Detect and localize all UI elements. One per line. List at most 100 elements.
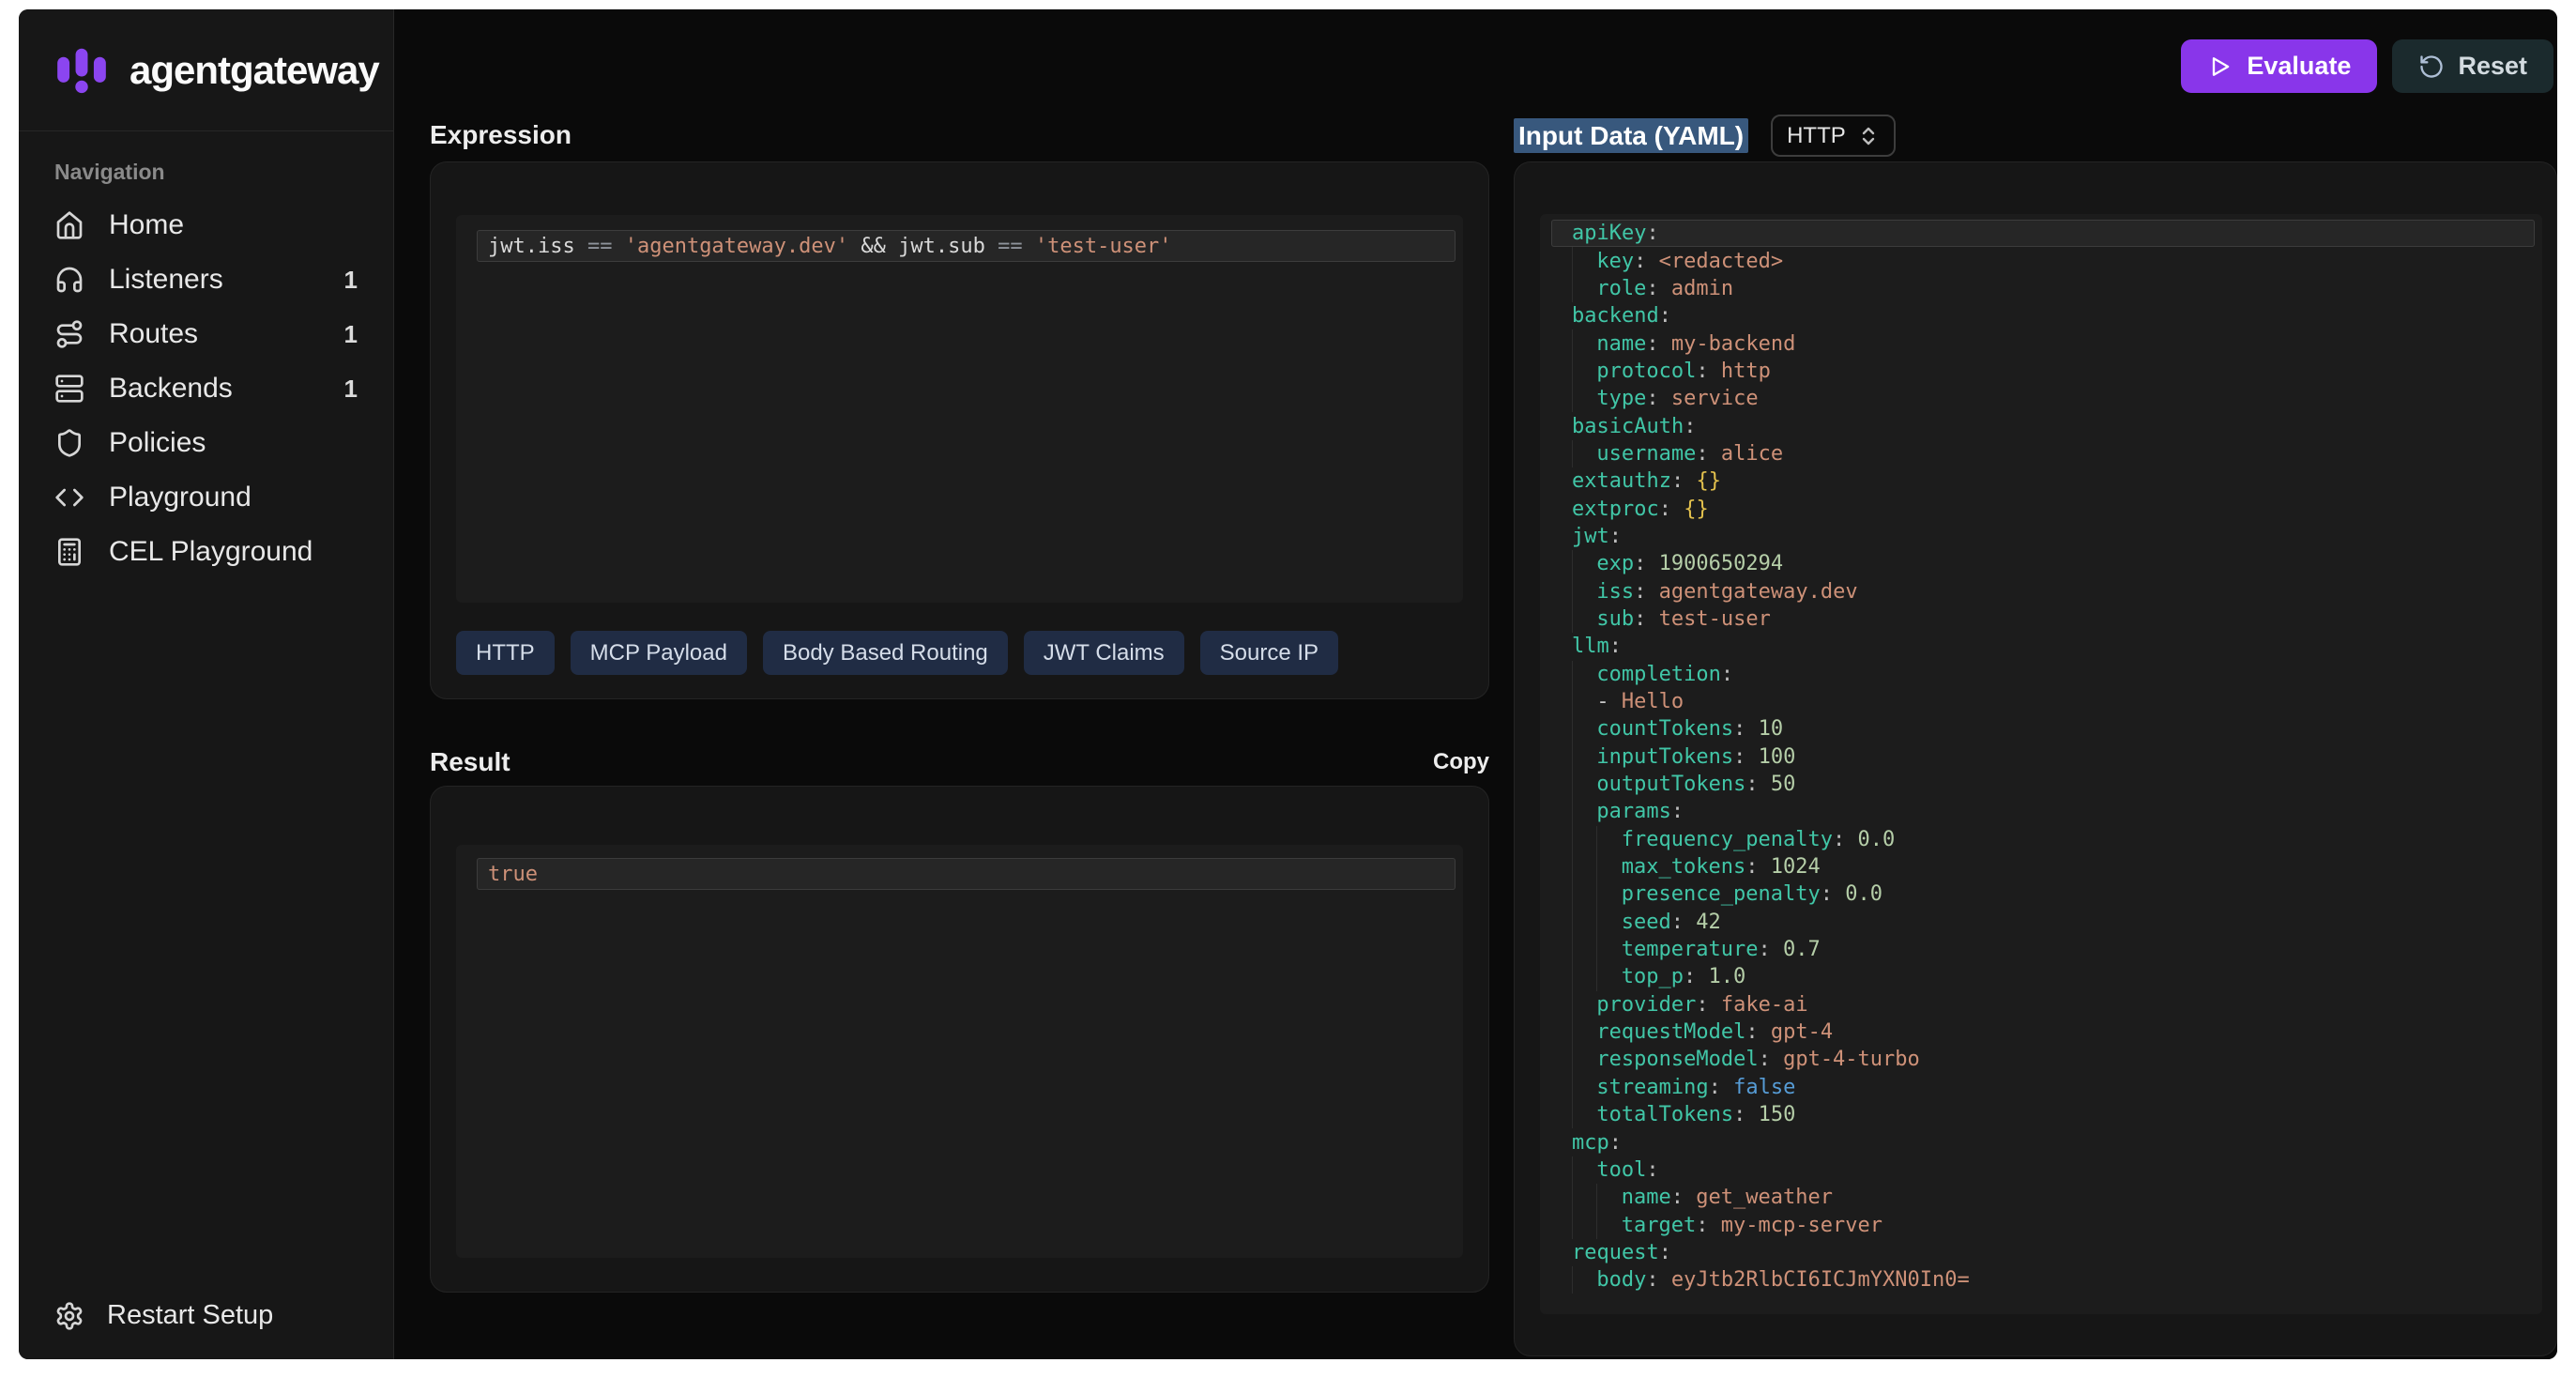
- indent-guide: [1572, 247, 1596, 274]
- brand-header[interactable]: agentgateway: [19, 9, 393, 131]
- yaml-line: protocol: http: [1551, 358, 2535, 385]
- headphones-icon: [54, 265, 84, 295]
- yaml-line: completion:: [1551, 661, 2535, 688]
- indent-guide: [1572, 688, 1596, 715]
- sidebar-item-home[interactable]: Home: [19, 198, 393, 253]
- indent-guide: [1572, 275, 1596, 302]
- copy-button[interactable]: Copy: [1433, 749, 1489, 775]
- indent-guide: [1596, 963, 1621, 990]
- restart-setup-label: Restart Setup: [107, 1300, 273, 1331]
- yaml-line: presence_penalty: 0.0: [1551, 880, 2535, 908]
- example-tag-mcp-payload[interactable]: MCP Payload: [571, 631, 747, 675]
- shield-icon: [54, 428, 84, 458]
- yaml-line: temperature: 0.7: [1551, 936, 2535, 963]
- expression-title: Expression: [430, 120, 572, 150]
- indent-guide: [1572, 991, 1596, 1018]
- yaml-line: type: service: [1551, 385, 2535, 412]
- yaml-line: basicAuth:: [1551, 412, 2535, 439]
- indent-guide: [1572, 329, 1596, 357]
- brand-name: agentgateway: [130, 48, 379, 93]
- yaml-line: llm:: [1551, 633, 2535, 660]
- sidebar-item-cel-playground[interactable]: CEL Playground: [19, 525, 393, 579]
- yaml-line: jwt:: [1551, 523, 2535, 550]
- calculator-icon: [54, 537, 84, 567]
- sidebar: agentgateway Navigation HomeListeners1Ro…: [19, 9, 394, 1359]
- rotate-ccw-icon: [2418, 54, 2445, 80]
- sidebar-item-label: CEL Playground: [109, 536, 312, 568]
- yaml-line: key: <redacted>: [1551, 247, 2535, 274]
- indent-guide: [1572, 1074, 1596, 1101]
- indent-guide: [1596, 1184, 1621, 1211]
- reset-button[interactable]: Reset: [2392, 39, 2553, 93]
- restart-setup-button[interactable]: Restart Setup: [19, 1276, 393, 1359]
- yaml-line: mcp:: [1551, 1128, 2535, 1156]
- indent-guide: [1572, 963, 1596, 990]
- indent-guide: [1572, 909, 1596, 936]
- result-title: Result: [430, 747, 511, 777]
- topbar-actions: Evaluate Reset: [2181, 39, 2553, 93]
- indent-guide: [1596, 1211, 1621, 1238]
- agentgateway-logo-icon: [53, 41, 111, 100]
- indent-guide: [1572, 661, 1596, 688]
- yaml-line: params:: [1551, 798, 2535, 825]
- sidebar-item-backends[interactable]: Backends1: [19, 361, 393, 416]
- yaml-line: max_tokens: 1024: [1551, 853, 2535, 880]
- yaml-line: sub: test-user: [1551, 605, 2535, 633]
- yaml-line: countTokens: 10: [1551, 715, 2535, 743]
- indent-guide: [1572, 771, 1596, 798]
- indent-guide: [1572, 1018, 1596, 1046]
- expression-editor[interactable]: jwt.iss == 'agentgateway.dev' && jwt.sub…: [456, 215, 1463, 603]
- indent-guide: [1572, 853, 1596, 880]
- example-tag-body-based-routing[interactable]: Body Based Routing: [763, 631, 1008, 675]
- yaml-line-active: apiKey:: [1551, 220, 2535, 247]
- yaml-editor[interactable]: apiKey:key: <redacted>role: adminbackend…: [1540, 214, 2542, 1314]
- sidebar-item-count-badge: 1: [344, 266, 358, 295]
- yaml-line: exp: 1900650294: [1551, 550, 2535, 577]
- chevrons-up-down-icon: [1857, 125, 1880, 147]
- expression-code: jwt.iss == 'agentgateway.dev' && jwt.sub…: [488, 235, 1172, 258]
- home-icon: [54, 210, 84, 240]
- result-value: true: [488, 863, 538, 886]
- yaml-line: frequency_penalty: 0.0: [1551, 826, 2535, 853]
- yaml-line: name: get_weather: [1551, 1184, 2535, 1211]
- indent-guide: [1572, 1184, 1596, 1211]
- input-mode-value: HTTP: [1787, 123, 1846, 149]
- result-editor[interactable]: true: [456, 845, 1463, 1258]
- yaml-line: seed: 42: [1551, 909, 2535, 936]
- evaluate-button[interactable]: Evaluate: [2181, 39, 2377, 93]
- input-data-header: Input Data (YAML) HTTP: [1514, 115, 1896, 157]
- input-data-title: Input Data (YAML): [1514, 121, 1748, 151]
- sidebar-item-listeners[interactable]: Listeners1: [19, 253, 393, 307]
- input-mode-select[interactable]: HTTP: [1771, 115, 1896, 157]
- indent-guide: [1572, 880, 1596, 908]
- server-icon: [54, 374, 84, 404]
- sidebar-item-label: Playground: [109, 482, 252, 513]
- yaml-line: totalTokens: 150: [1551, 1101, 2535, 1128]
- indent-guide: [1572, 440, 1596, 467]
- route-icon: [54, 319, 84, 349]
- indent-guide: [1572, 826, 1596, 853]
- sidebar-item-routes[interactable]: Routes1: [19, 307, 393, 361]
- expression-panel: jwt.iss == 'agentgateway.dev' && jwt.sub…: [430, 161, 1489, 699]
- app-window: agentgateway Navigation HomeListeners1Ro…: [19, 9, 2557, 1359]
- sidebar-item-count-badge: 1: [344, 320, 358, 349]
- sidebar-item-playground[interactable]: Playground: [19, 470, 393, 525]
- yaml-line: request:: [1551, 1239, 2535, 1266]
- sidebar-item-policies[interactable]: Policies: [19, 416, 393, 470]
- indent-guide: [1572, 385, 1596, 412]
- yaml-line: streaming: false: [1551, 1074, 2535, 1101]
- indent-guide: [1572, 715, 1596, 743]
- sidebar-nav: HomeListeners1Routes1Backends1Policies Pl…: [19, 198, 393, 579]
- yaml-line: tool:: [1551, 1156, 2535, 1184]
- yaml-line: name: my-backend: [1551, 329, 2535, 357]
- example-tag-jwt-claims[interactable]: JWT Claims: [1024, 631, 1184, 675]
- example-tag-http[interactable]: HTTP: [456, 631, 555, 675]
- play-icon: [2207, 54, 2233, 80]
- indent-guide: [1596, 936, 1621, 963]
- gear-icon: [54, 1301, 84, 1331]
- indent-guide: [1596, 880, 1621, 908]
- indent-guide: [1572, 577, 1596, 605]
- yaml-line: provider: fake-ai: [1551, 991, 2535, 1018]
- yaml-line: - Hello: [1551, 688, 2535, 715]
- example-tag-source-ip[interactable]: Source IP: [1200, 631, 1338, 675]
